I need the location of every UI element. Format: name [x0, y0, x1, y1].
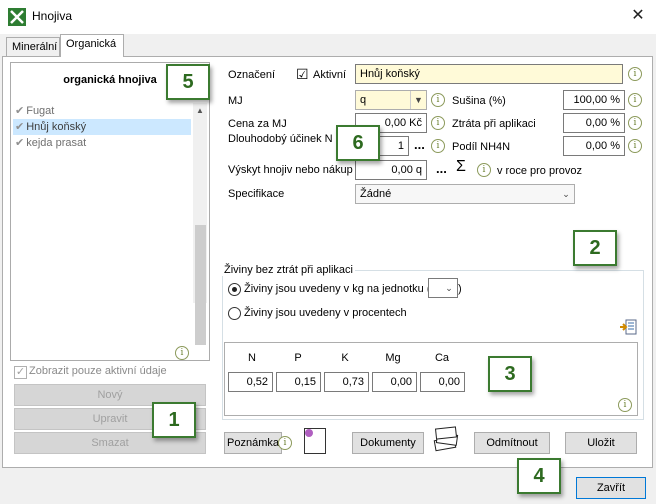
chevron-down-icon: ▼: [410, 91, 426, 109]
ucinek-more-button[interactable]: ...: [414, 137, 425, 152]
specifikace-select[interactable]: Žádné ⌄: [355, 184, 575, 204]
tab-label: Minerální: [12, 41, 58, 53]
nutrient-header-n: N: [248, 352, 256, 364]
info-icon[interactable]: i: [278, 436, 292, 450]
note-icon[interactable]: [304, 428, 326, 454]
nutrient-mg-input[interactable]: 0,00: [372, 372, 417, 392]
show-active-label: Zobrazit pouze aktivní údaje: [29, 365, 167, 377]
app-icon: [8, 8, 26, 26]
chevron-down-icon: ⌄: [445, 283, 453, 293]
vyskyt-input[interactable]: 0,00 q: [355, 160, 427, 180]
info-icon[interactable]: i: [628, 139, 642, 153]
susina-input[interactable]: 100,00 %: [563, 90, 625, 110]
fertilizer-list-pane: organická hnojiva ✔ Fugat ✔ Hnůj koňský ✔ k…: [10, 62, 210, 361]
v-roce-label: v roce pro provoz: [497, 165, 582, 177]
window-title: Hnojiva: [32, 9, 73, 23]
zavrit-button[interactable]: Zavřít: [576, 477, 646, 499]
ztrata-label: Ztráta při aplikaci: [452, 118, 536, 130]
callout-3: 3: [488, 356, 532, 392]
list-scrollbar[interactable]: ▲: [193, 103, 207, 345]
sum-icon[interactable]: Σ: [456, 158, 466, 176]
ztrata-input[interactable]: 0,00 %: [563, 113, 625, 133]
specifikace-label: Specifikace: [228, 188, 285, 200]
list-item[interactable]: ✔ kejda prasat: [13, 135, 191, 151]
list-item-label: Hnůj koňský: [26, 121, 87, 133]
callout-4: 4: [517, 458, 561, 494]
close-icon[interactable]: ✕: [626, 4, 650, 28]
nutrient-header-k: K: [341, 352, 349, 364]
ulozit-button[interactable]: Uložit: [565, 432, 637, 454]
aktivni-label: Aktivní: [313, 69, 347, 81]
nutrient-header-p: P: [294, 352, 302, 364]
list-item[interactable]: ✔ Fugat: [13, 103, 191, 119]
callout-6: 6: [336, 125, 380, 161]
radio-kg[interactable]: [228, 283, 241, 296]
radio-percent-label: Živiny jsou uvedeny v procentech: [244, 307, 407, 319]
oznaceni-label: Označení: [228, 69, 276, 81]
tab-organicka[interactable]: Organická: [60, 34, 124, 57]
info-icon[interactable]: i: [477, 163, 491, 177]
scroll-thumb[interactable]: [195, 225, 206, 345]
specifikace-select-value: Žádné: [360, 188, 392, 200]
documents-stack-icon[interactable]: [432, 425, 460, 453]
fertilizer-list[interactable]: ✔ Fugat ✔ Hnůj koňský ✔ kejda prasat: [13, 103, 191, 151]
vyskyt-more-button[interactable]: ...: [436, 161, 447, 176]
info-icon[interactable]: i: [175, 346, 189, 360]
susina-label: Sušina (%): [452, 95, 506, 107]
chevron-down-icon: ⌄: [562, 189, 570, 199]
radio-kg-label: Živiny jsou uvedeny v kg na jednotku (: [244, 283, 431, 295]
scroll-up-icon[interactable]: ▲: [193, 105, 207, 117]
list-item-label: Fugat: [26, 105, 55, 117]
nutrient-k-input[interactable]: 0,73: [324, 372, 369, 392]
nutrients-group-label: Živiny bez ztrát při aplikaci: [222, 264, 355, 276]
check-icon: ✔: [15, 137, 25, 149]
check-icon: ✔: [15, 121, 25, 133]
tab-mineralni[interactable]: Minerální: [6, 37, 60, 57]
info-icon[interactable]: i: [431, 116, 445, 130]
check-icon: ✔: [15, 105, 25, 117]
nutrient-header-ca: Ca: [434, 352, 450, 364]
title-bar: [0, 0, 656, 34]
info-icon[interactable]: i: [431, 93, 445, 107]
nh4n-input[interactable]: 0,00 %: [563, 136, 625, 156]
cena-label: Cena za MJ: [228, 118, 287, 130]
aktivni-checkbox[interactable]: ☑: [296, 66, 309, 83]
poznamka-button[interactable]: Poznámka: [224, 432, 282, 454]
radio-percent[interactable]: [228, 307, 241, 320]
info-icon[interactable]: i: [431, 139, 445, 153]
nutrient-ca-input[interactable]: 0,00: [420, 372, 465, 392]
info-icon[interactable]: i: [628, 93, 642, 107]
callout-5: 5: [166, 64, 210, 100]
unit-select[interactable]: ⌄: [428, 278, 458, 298]
callout-1: 1: [152, 402, 196, 438]
tab-label: Organická: [66, 38, 117, 50]
callout-2: 2: [573, 230, 617, 266]
import-icon[interactable]: [620, 319, 638, 335]
vyskyt-label: Výskyt hnojiv nebo nákup: [228, 164, 353, 176]
info-icon[interactable]: i: [618, 398, 632, 412]
odmitnout-button[interactable]: Odmítnout: [474, 432, 550, 454]
radio-kg-close: ): [458, 283, 462, 295]
list-item[interactable]: ✔ Hnůj koňský: [13, 119, 191, 135]
info-icon[interactable]: i: [628, 67, 642, 81]
mj-select[interactable]: q ▼: [355, 90, 427, 110]
info-icon[interactable]: i: [628, 116, 642, 130]
mj-label: MJ: [228, 95, 243, 107]
show-active-checkbox[interactable]: ✓: [14, 366, 27, 379]
mj-select-value: q: [360, 94, 367, 106]
nutrient-n-input[interactable]: 0,52: [228, 372, 273, 392]
oznaceni-input[interactable]: Hnůj koňský: [355, 64, 623, 84]
list-item-label: kejda prasat: [26, 137, 87, 149]
nutrient-p-input[interactable]: 0,15: [276, 372, 321, 392]
nutrient-header-mg: Mg: [385, 352, 401, 364]
ucinek-label: Dlouhodobý účinek N (: [228, 133, 340, 145]
nh4n-label: Podíl NH4N: [452, 141, 511, 153]
dokumenty-button[interactable]: Dokumenty: [352, 432, 424, 454]
